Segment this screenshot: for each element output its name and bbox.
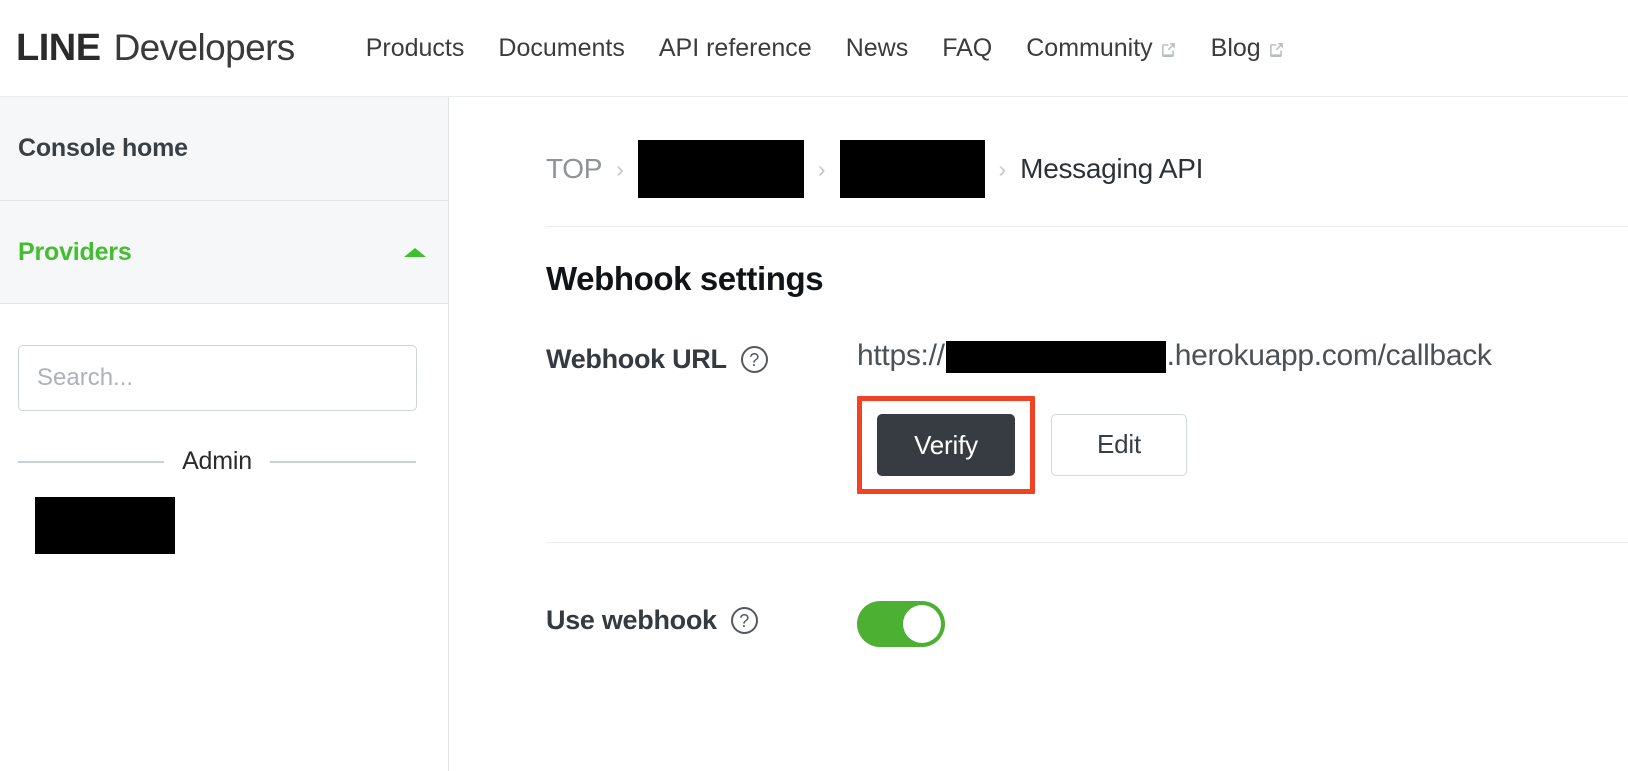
use-webhook-value-group	[857, 601, 1628, 652]
nav-item-label: Products	[365, 33, 465, 62]
webhook-url-redacted-host	[945, 341, 1166, 373]
nav-item-label: News	[845, 33, 909, 62]
use-webhook-row: Use webhook ?	[449, 601, 1628, 652]
use-webhook-toggle[interactable]	[857, 601, 945, 647]
admin-section-divider: Admin	[18, 447, 416, 476]
admin-divider-label: Admin	[182, 447, 252, 475]
verify-button[interactable]: Verify	[877, 414, 1015, 476]
divider-line-left	[18, 460, 165, 463]
nav-item-label: Documents	[498, 33, 625, 62]
main-navigation: Products Documents API reference News FA…	[349, 28, 1302, 69]
main-content: TOP › › › Messaging API Webhook settings…	[449, 97, 1628, 771]
chevron-up-icon[interactable]	[404, 247, 426, 257]
question-mark-circle-icon[interactable]: ?	[730, 607, 758, 634]
sidebar-admin-item-redacted[interactable]	[35, 497, 175, 554]
edit-button[interactable]: Edit	[1051, 413, 1187, 476]
breadcrumb-separator-icon: ›	[817, 155, 826, 182]
sidebar-item-providers[interactable]: Providers	[0, 201, 448, 304]
breadcrumb-item-redacted-provider[interactable]	[637, 140, 804, 198]
page-title: Webhook settings	[546, 260, 824, 297]
webhook-section-divider	[546, 542, 1628, 543]
breadcrumb-separator-icon: ›	[998, 155, 1007, 182]
search-input[interactable]	[18, 345, 417, 411]
use-webhook-label: Use webhook	[546, 605, 717, 635]
external-link-icon	[1160, 41, 1177, 58]
use-webhook-label-group: Use webhook ?	[546, 601, 857, 636]
webhook-url-value-group: https:// .herokuapp.com/callback Verify …	[857, 340, 1628, 494]
toggle-knob	[903, 605, 941, 643]
sidebar-search-container	[0, 304, 448, 411]
breadcrumb: TOP › › › Messaging API	[449, 97, 1628, 198]
sidebar-item-label: Console home	[18, 134, 188, 162]
webhook-url-value: https:// .herokuapp.com/callback	[857, 339, 1628, 373]
nav-item-documents[interactable]: Documents	[481, 28, 641, 69]
nav-item-api-reference[interactable]: API reference	[642, 28, 829, 69]
webhook-url-label: Webhook URL	[546, 344, 727, 374]
site-header: LINE Developers Products Documents API r…	[0, 0, 1628, 97]
logo-developers-text: Developers	[113, 26, 296, 68]
webhook-url-suffix: .herokuapp.com/callback	[1166, 339, 1492, 372]
webhook-url-prefix: https://	[857, 339, 945, 372]
webhook-url-label-group: Webhook URL ?	[546, 340, 857, 375]
divider-line-right	[269, 460, 416, 463]
nav-item-community[interactable]: Community	[1009, 28, 1193, 69]
nav-item-label: API reference	[658, 33, 812, 62]
question-mark-circle-icon[interactable]: ?	[740, 346, 768, 373]
webhook-url-buttons: Verify Edit	[857, 396, 1628, 494]
verify-button-highlight-annotation: Verify	[857, 396, 1035, 494]
breadcrumb-item-redacted-channel[interactable]	[839, 140, 985, 198]
sidebar-item-console-home[interactable]: Console home	[0, 97, 448, 201]
line-developers-logo[interactable]: LINE Developers	[16, 27, 295, 70]
nav-item-products[interactable]: Products	[349, 28, 482, 69]
nav-item-faq[interactable]: FAQ	[925, 28, 1009, 69]
sidebar-item-label: Providers	[18, 237, 132, 266]
nav-item-label: Blog	[1210, 33, 1261, 62]
logo-line-text: LINE	[16, 26, 101, 69]
nav-item-label: FAQ	[942, 33, 993, 62]
nav-item-news[interactable]: News	[829, 28, 926, 69]
external-link-icon	[1268, 41, 1285, 58]
breadcrumb-item-messaging-api: Messaging API	[1020, 153, 1204, 184]
page-body: Console home Providers Admin TOP › › › M…	[0, 97, 1628, 771]
nav-item-blog[interactable]: Blog	[1194, 28, 1302, 69]
sidebar: Console home Providers Admin	[0, 97, 449, 771]
webhook-url-row: Webhook URL ? https:// .herokuapp.com/ca…	[449, 340, 1628, 494]
breadcrumb-separator-icon: ›	[616, 155, 624, 182]
breadcrumb-item-top[interactable]: TOP	[546, 153, 602, 185]
nav-item-label: Community	[1026, 33, 1153, 62]
